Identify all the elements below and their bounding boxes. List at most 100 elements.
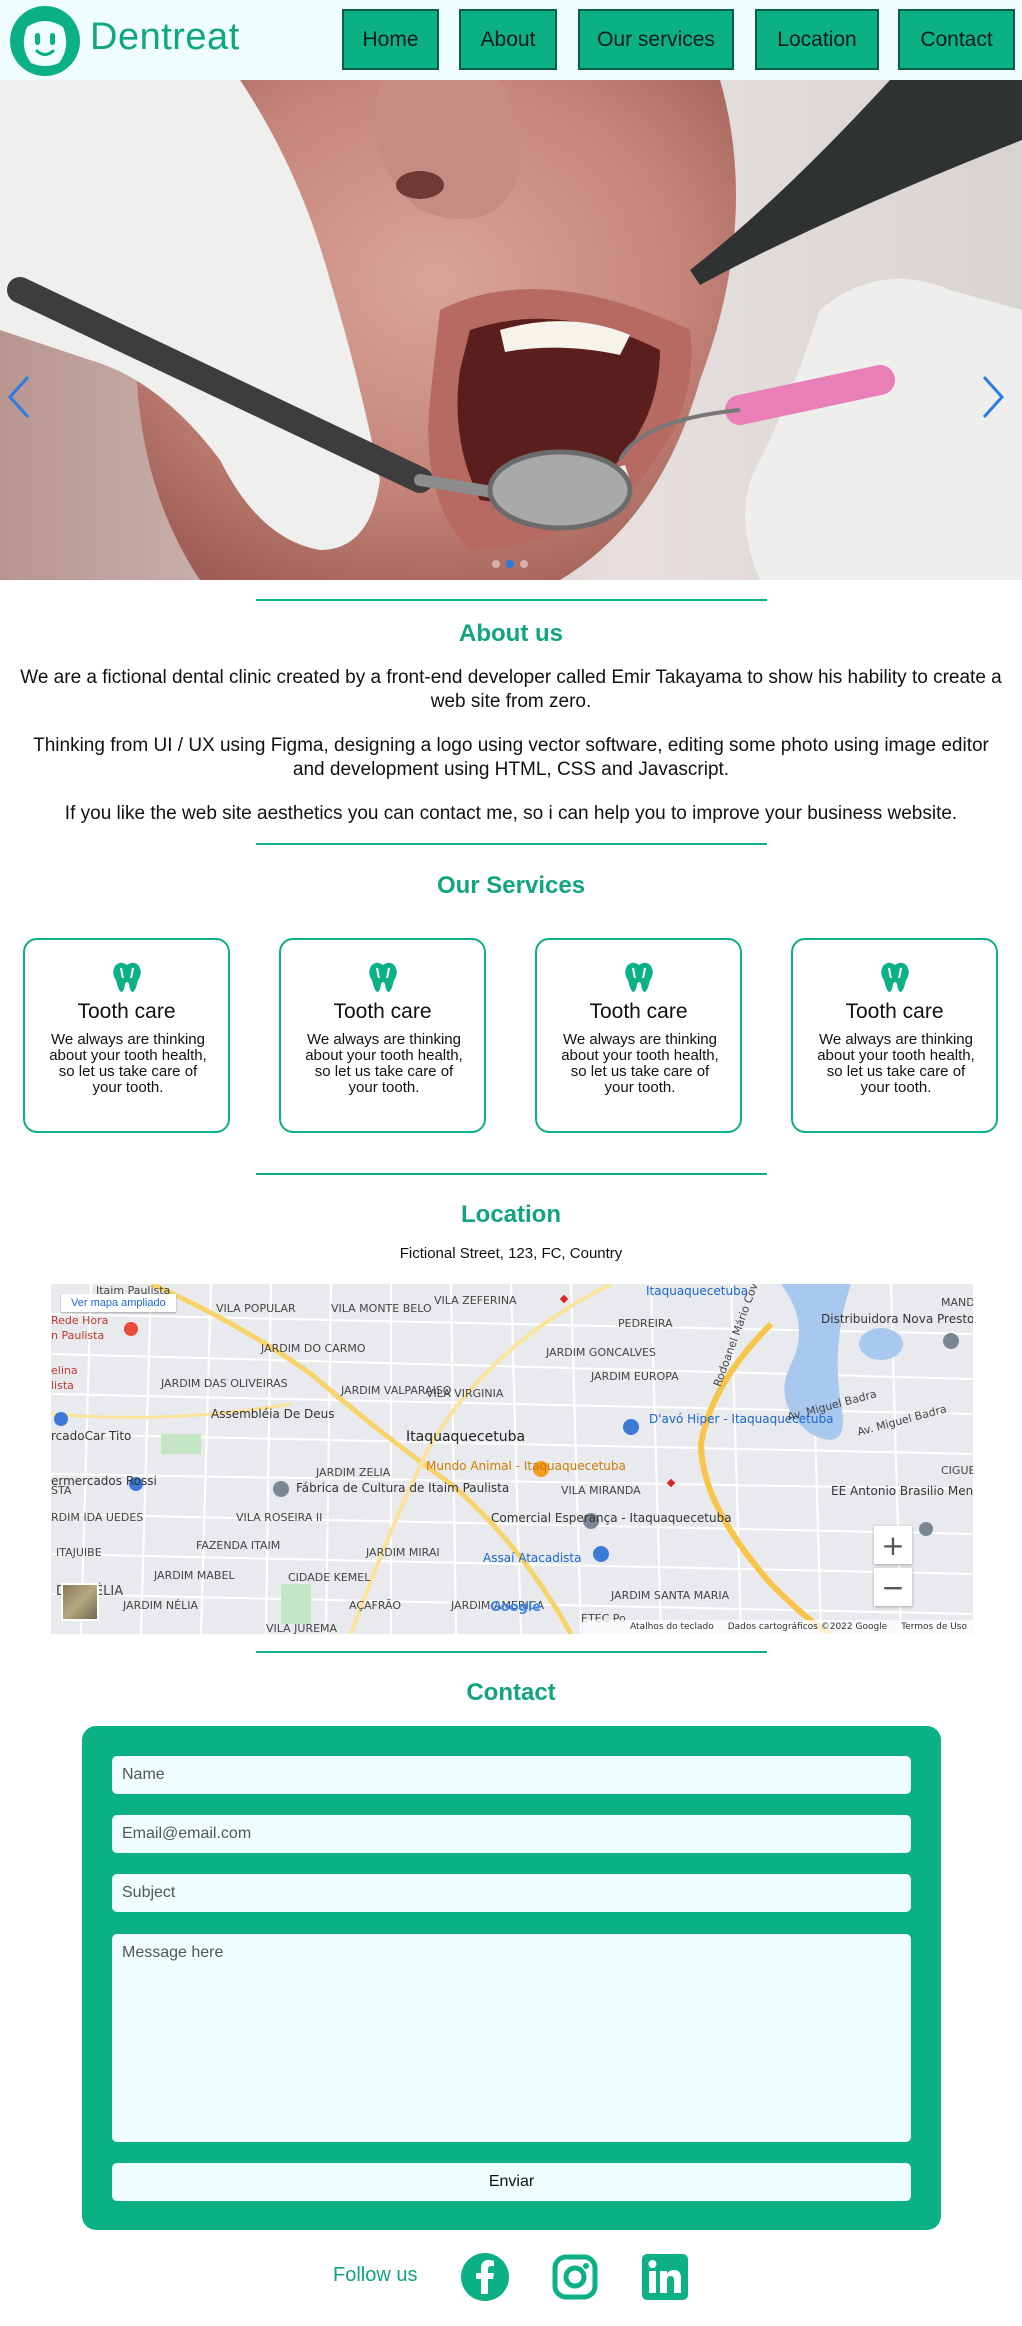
map-label: JARDIM DAS OLIVEIRAS bbox=[161, 1377, 288, 1390]
nav-contact[interactable]: Contact bbox=[898, 9, 1015, 70]
map-label: MAND bbox=[941, 1296, 973, 1309]
map-label: JARDIM ZELIA bbox=[316, 1466, 391, 1479]
map-label: JARDIM MABEL bbox=[154, 1569, 235, 1582]
site-header: Dentreat Home About Our services Locatio… bbox=[0, 0, 1022, 80]
map-label: JARDIM MIRAI bbox=[366, 1546, 440, 1559]
nav-about[interactable]: About bbox=[459, 9, 557, 70]
map-label: CIDADE KEMEL bbox=[288, 1571, 371, 1584]
hero-carousel bbox=[0, 80, 1022, 580]
embedded-map[interactable]: Ver mapa ampliado Itaim Paulista Rede Ho… bbox=[51, 1284, 973, 1634]
facebook-icon[interactable] bbox=[460, 2252, 510, 2302]
map-label: VILA ZEFERINA bbox=[434, 1294, 517, 1307]
map-label: PEDREIRA bbox=[618, 1317, 673, 1330]
name-field[interactable] bbox=[112, 1756, 911, 1794]
map-label: STA bbox=[51, 1484, 72, 1497]
map-label: Rede Hora bbox=[51, 1314, 109, 1327]
google-logo: Google bbox=[490, 1600, 542, 1615]
service-card-text: We always are thinking about your tooth … bbox=[817, 1031, 975, 1096]
map-label: Itaquaquecetuba bbox=[406, 1429, 526, 1445]
tooth-icon bbox=[113, 962, 141, 992]
map-label: AÇAFRÃO bbox=[349, 1599, 402, 1612]
map-label: Assaí Atacadista bbox=[483, 1551, 582, 1565]
carousel-dot-active[interactable] bbox=[506, 560, 514, 568]
satellite-view-thumbnail[interactable] bbox=[61, 1583, 99, 1621]
service-card[interactable]: Tooth care We always are thinking about … bbox=[23, 938, 230, 1133]
map-label: Assembléia De Deus bbox=[211, 1407, 335, 1421]
logo-icon[interactable] bbox=[10, 6, 80, 76]
nav-home[interactable]: Home bbox=[342, 9, 439, 70]
section-divider bbox=[256, 1651, 767, 1653]
map-attribution: Atalhos do teclado Dados cartográficos ©… bbox=[583, 1620, 973, 1634]
section-divider bbox=[256, 599, 767, 601]
service-card[interactable]: Tooth care We always are thinking about … bbox=[279, 938, 486, 1133]
map-label: Comercial Esperança - Itaquaquecetuba bbox=[491, 1511, 732, 1525]
map-label: VILA JUREMA bbox=[266, 1622, 338, 1634]
follow-us-label: Follow us bbox=[333, 2264, 418, 2286]
map-label: Mundo Animal - Itaquaquecetuba bbox=[426, 1459, 626, 1473]
map-label: EE Antonio Brasilio Menezes da Fonseca P… bbox=[831, 1484, 973, 1498]
subject-field[interactable] bbox=[112, 1874, 911, 1912]
service-card-title: Tooth care bbox=[77, 1000, 176, 1023]
section-divider bbox=[256, 843, 767, 845]
service-card-text: We always are thinking about your tooth … bbox=[561, 1031, 719, 1096]
keyboard-shortcuts-link[interactable]: Atalhos do teclado bbox=[630, 1622, 714, 1632]
map-label: Itaquaquecetuba bbox=[646, 1284, 749, 1298]
service-card-title: Tooth care bbox=[845, 1000, 944, 1023]
section-divider bbox=[256, 1173, 767, 1175]
services-title: Our Services bbox=[436, 872, 586, 899]
map-data-attribution: Dados cartográficos ©2022 Google bbox=[727, 1622, 888, 1632]
service-card-text: We always are thinking about your tooth … bbox=[305, 1031, 463, 1096]
zoom-out-button[interactable]: − bbox=[874, 1568, 912, 1606]
map-label: JARDIM SANTA MARIA bbox=[611, 1589, 730, 1602]
service-card[interactable]: Tooth care We always are thinking about … bbox=[791, 938, 998, 1133]
linkedin-icon[interactable] bbox=[640, 2252, 690, 2302]
map-label: VILA VIRGINIA bbox=[426, 1387, 504, 1400]
brand-name[interactable]: Dentreat bbox=[90, 16, 240, 59]
email-field[interactable] bbox=[112, 1815, 911, 1853]
about-title: About us bbox=[459, 620, 563, 647]
map-label: n Paulista bbox=[51, 1329, 105, 1342]
service-card-title: Tooth care bbox=[333, 1000, 432, 1023]
contact-form: Enviar bbox=[82, 1726, 941, 2230]
service-card[interactable]: Tooth care We always are thinking about … bbox=[535, 938, 742, 1133]
carousel-dot[interactable] bbox=[520, 560, 528, 568]
map-label: Itaim Paulista bbox=[96, 1284, 171, 1297]
map-label: Fábrica de Cultura de Itaim Paulista bbox=[296, 1481, 510, 1495]
map-label: RDIM IDA UEDES bbox=[51, 1511, 144, 1524]
carousel-prev-icon[interactable] bbox=[8, 375, 38, 425]
map-label: VILA MONTE BELO bbox=[331, 1302, 432, 1315]
carousel-indicators bbox=[492, 560, 528, 568]
map-label: rcadoCar Tito bbox=[51, 1429, 132, 1443]
nav-location[interactable]: Location bbox=[755, 9, 879, 70]
zoom-in-button[interactable]: + bbox=[874, 1526, 912, 1564]
carousel-next-icon[interactable] bbox=[982, 375, 1012, 425]
map-label: Distribuidora Nova Presto bbox=[821, 1312, 973, 1326]
map-label: ITAJUIBE bbox=[56, 1546, 102, 1559]
map-label: VILA ROSEIRA II bbox=[236, 1511, 323, 1524]
tooth-icon bbox=[369, 962, 397, 992]
map-label: JARDIM NÉLIA bbox=[123, 1599, 198, 1612]
send-button[interactable]: Enviar bbox=[112, 2163, 911, 2201]
tooth-icon bbox=[881, 962, 909, 992]
nav-our-services[interactable]: Our services bbox=[578, 9, 734, 70]
map-label: VILA POPULAR bbox=[216, 1302, 296, 1315]
tooth-icon bbox=[625, 962, 653, 992]
location-title: Location bbox=[461, 1201, 561, 1228]
map-label: JARDIM GONCALVES bbox=[546, 1346, 656, 1359]
map-label: lista bbox=[51, 1379, 74, 1392]
carousel-dot[interactable] bbox=[492, 560, 500, 568]
map-label: elina bbox=[51, 1364, 78, 1377]
address: Fictional Street, 123, FC, Country bbox=[399, 1245, 623, 1262]
terms-of-use-link[interactable]: Termos de Uso bbox=[901, 1622, 967, 1632]
map-label: FAZENDA ITAIM bbox=[196, 1539, 281, 1552]
instagram-icon[interactable] bbox=[550, 2252, 600, 2302]
about-paragraph-1: We are a fictional dental clinic created… bbox=[20, 667, 1002, 712]
map-label: CIGUE bbox=[941, 1464, 973, 1477]
dental-exam-photo bbox=[0, 80, 1022, 580]
map-label: JARDIM EUROPA bbox=[591, 1370, 679, 1383]
map-label: VILA MIRANDA bbox=[561, 1484, 641, 1497]
map-label: JARDIM DO CARMO bbox=[261, 1342, 366, 1355]
service-card-text: We always are thinking about your tooth … bbox=[49, 1031, 207, 1096]
about-paragraph-2: Thinking from UI / UX using Figma, desig… bbox=[33, 735, 989, 780]
message-field[interactable] bbox=[112, 1934, 911, 2142]
